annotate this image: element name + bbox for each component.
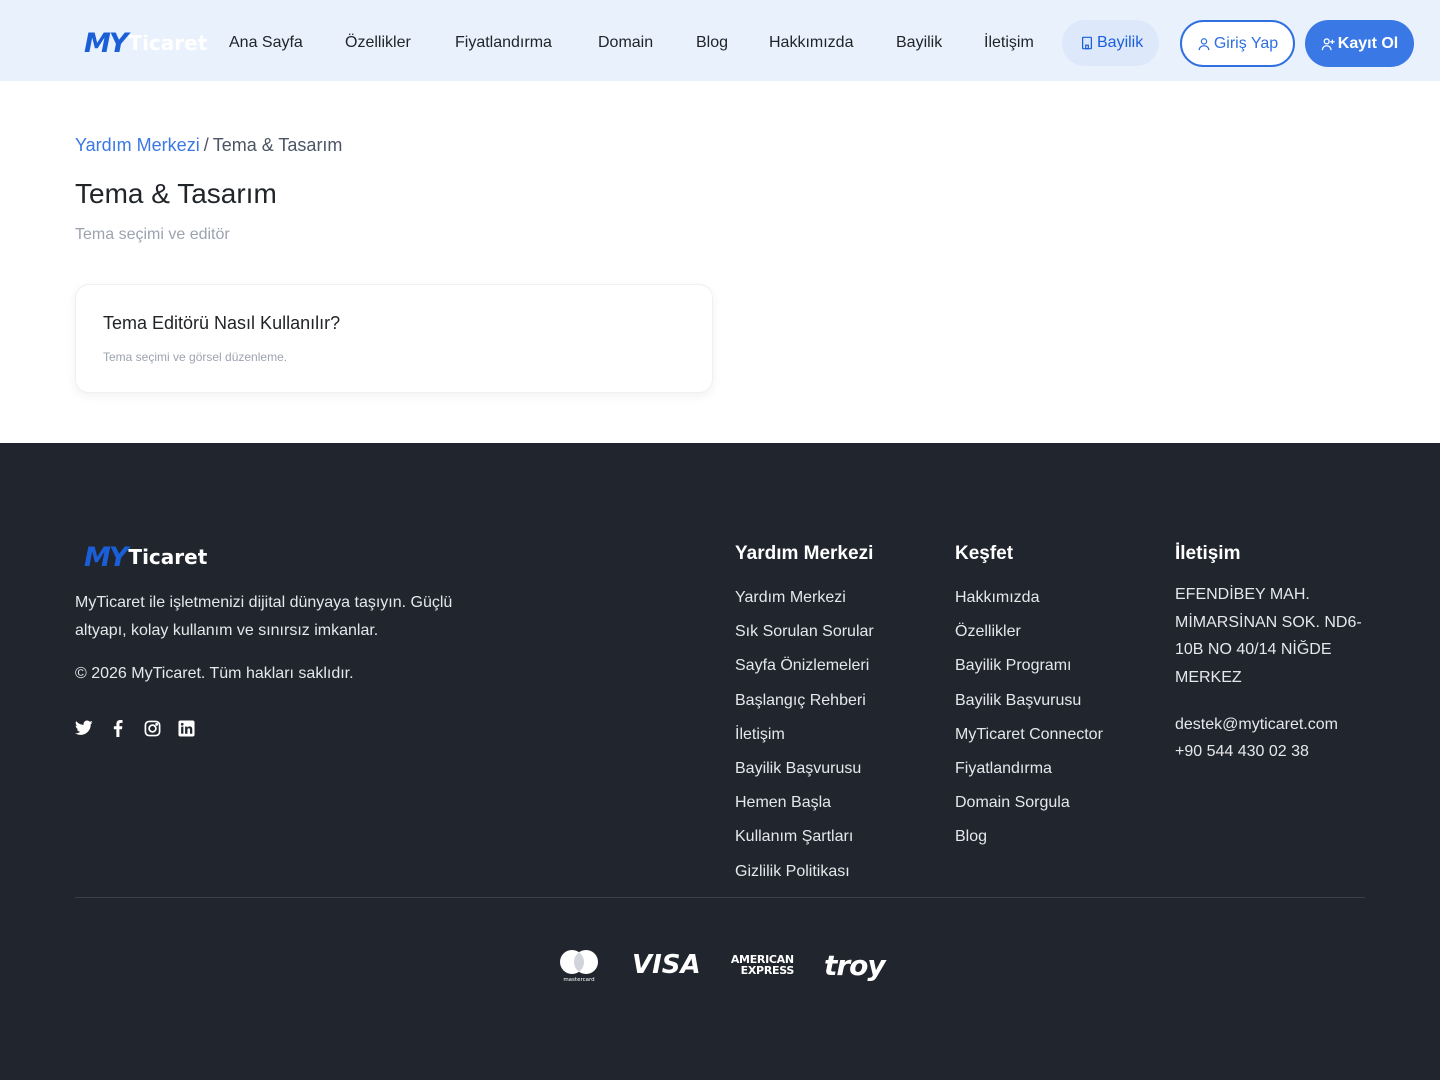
article-card-title[interactable]: Tema Editörü Nasıl Kullanılır? <box>103 313 340 334</box>
breadcrumb: Yardım Merkezi / Tema & Tasarım <box>75 135 342 156</box>
nav-link-contact[interactable]: İletişim <box>984 20 1034 66</box>
user-icon <box>1198 37 1210 50</box>
footer-column-help: Yardım Merkezi Yardım Merkezi Sık Sorula… <box>735 543 874 889</box>
troy-logo: troy <box>823 948 886 982</box>
nav-link-features[interactable]: Özellikler <box>345 20 411 66</box>
nav-link-domain[interactable]: Domain <box>598 20 653 66</box>
footer-divider <box>75 897 1365 898</box>
footer-column-contact: İletişim EFENDİBEY MAH. MİMARSİNAN SOK. … <box>1175 543 1370 765</box>
footer-link-contact[interactable]: İletişim <box>735 718 874 752</box>
footer-link-blog[interactable]: Blog <box>955 820 1103 854</box>
footer-column-contact-title: İletişim <box>1175 543 1241 564</box>
footer-link-help-center[interactable]: Yardım Merkezi <box>735 581 874 615</box>
article-card[interactable]: Tema Editörü Nasıl Kullanılır? Tema seçi… <box>75 284 713 393</box>
footer-phone[interactable]: +90 544 430 02 38 <box>1175 738 1370 765</box>
login-button-label: Giriş Yap <box>1213 34 1279 52</box>
footer-link-features[interactable]: Özellikler <box>955 615 1103 649</box>
nav-link-dealership[interactable]: Bayilik <box>896 20 942 66</box>
breadcrumb-current: Tema & Tasarım <box>212 135 343 155</box>
footer-column-explore: Keşfet Hakkımızda Özellikler Bayilik Pro… <box>955 543 1103 855</box>
nav-link-home[interactable]: Ana Sayfa <box>229 20 303 66</box>
instagram-icon[interactable] <box>143 719 161 737</box>
site-header: MY Ticaret Ana Sayfa Özellikler Fiyatlan… <box>0 0 1440 81</box>
nav-link-pricing[interactable]: Fiyatlandırma <box>455 20 552 66</box>
footer-email[interactable]: destek@myticaret.com <box>1175 711 1370 738</box>
login-button[interactable]: Giriş Yap <box>1180 20 1295 67</box>
nav-link-blog[interactable]: Blog <box>696 20 728 66</box>
footer-link-pricing[interactable]: Fiyatlandırma <box>955 752 1103 786</box>
nav-link-about[interactable]: Hakkımızda <box>769 20 853 66</box>
footer-about-text: MyTicaret ile işletmenizi dijital dünyay… <box>75 594 453 639</box>
footer-link-connector[interactable]: MyTicaret Connector <box>955 718 1103 752</box>
mastercard-caption: mastercard <box>563 977 594 982</box>
footer-logo-ticaret-text: Ticaret <box>128 545 208 569</box>
dealership-pill-label: Bayilik <box>1097 34 1144 51</box>
footer-link-dealer-application[interactable]: Bayilik Başvurusu <box>735 752 874 786</box>
footer-link-domain-search[interactable]: Domain Sorgula <box>955 786 1103 820</box>
footer-link-terms[interactable]: Kullanım Şartları <box>735 820 874 854</box>
footer-link-page-previews[interactable]: Sayfa Önizlemeleri <box>735 649 874 683</box>
footer-link-getting-started[interactable]: Başlangıç Rehberi <box>735 684 874 718</box>
page-subtitle: Tema seçimi ve editör <box>75 226 230 243</box>
main-nav: Ana Sayfa Özellikler Fiyatlandırma Domai… <box>0 20 1440 67</box>
register-button[interactable]: Kayıt Ol <box>1305 20 1414 67</box>
breadcrumb-link-help-center[interactable]: Yardım Merkezi <box>75 135 200 155</box>
footer-logo-my-text: MY <box>84 541 128 573</box>
visa-logo: VISA <box>632 950 701 980</box>
page-title: Tema & Tasarım <box>75 178 277 209</box>
building-icon <box>1082 36 1092 50</box>
footer-link-about[interactable]: Hakkımızda <box>955 581 1103 615</box>
breadcrumb-separator: / <box>203 135 209 155</box>
amex-line-2: EXPRESS <box>740 964 795 977</box>
register-button-label: Kayıt Ol <box>1337 34 1399 52</box>
footer-link-dealer-application-2[interactable]: Bayilik Başvurusu <box>955 684 1103 718</box>
dealership-pill-button[interactable]: Bayilik <box>1062 20 1160 66</box>
payment-logos: mastercard VISA AMERICAN EXPRESS troy <box>556 945 886 985</box>
amex-logo: AMERICAN EXPRESS <box>731 954 794 976</box>
footer-column-explore-title: Keşfet <box>955 543 1014 564</box>
footer-copyright: © 2026 MyTicaret. Tüm hakları saklıdır. <box>75 665 354 682</box>
article-card-description: Tema seçimi ve görsel düzenleme. <box>103 350 288 364</box>
user-plus-icon <box>1321 37 1335 50</box>
mastercard-logo: mastercard <box>556 948 602 982</box>
footer-link-faq[interactable]: Sık Sorulan Sorular <box>735 615 874 649</box>
footer-column-help-title: Yardım Merkezi <box>735 543 874 564</box>
footer-address: EFENDİBEY MAH. MİMARSİNAN SOK. ND6-10B N… <box>1175 586 1362 686</box>
site-footer: MY Ticaret MyTicaret ile işletmenizi dij… <box>0 443 1440 1080</box>
footer-brand-logo[interactable]: MY Ticaret <box>84 541 208 573</box>
facebook-icon[interactable] <box>109 719 127 737</box>
footer-link-privacy[interactable]: Gizlilik Politikası <box>735 855 874 889</box>
footer-link-dealer-program[interactable]: Bayilik Programı <box>955 649 1103 683</box>
linkedin-icon[interactable] <box>177 719 195 737</box>
twitter-icon[interactable] <box>75 719 93 737</box>
social-links <box>75 719 195 737</box>
footer-link-start-now[interactable]: Hemen Başla <box>735 786 874 820</box>
